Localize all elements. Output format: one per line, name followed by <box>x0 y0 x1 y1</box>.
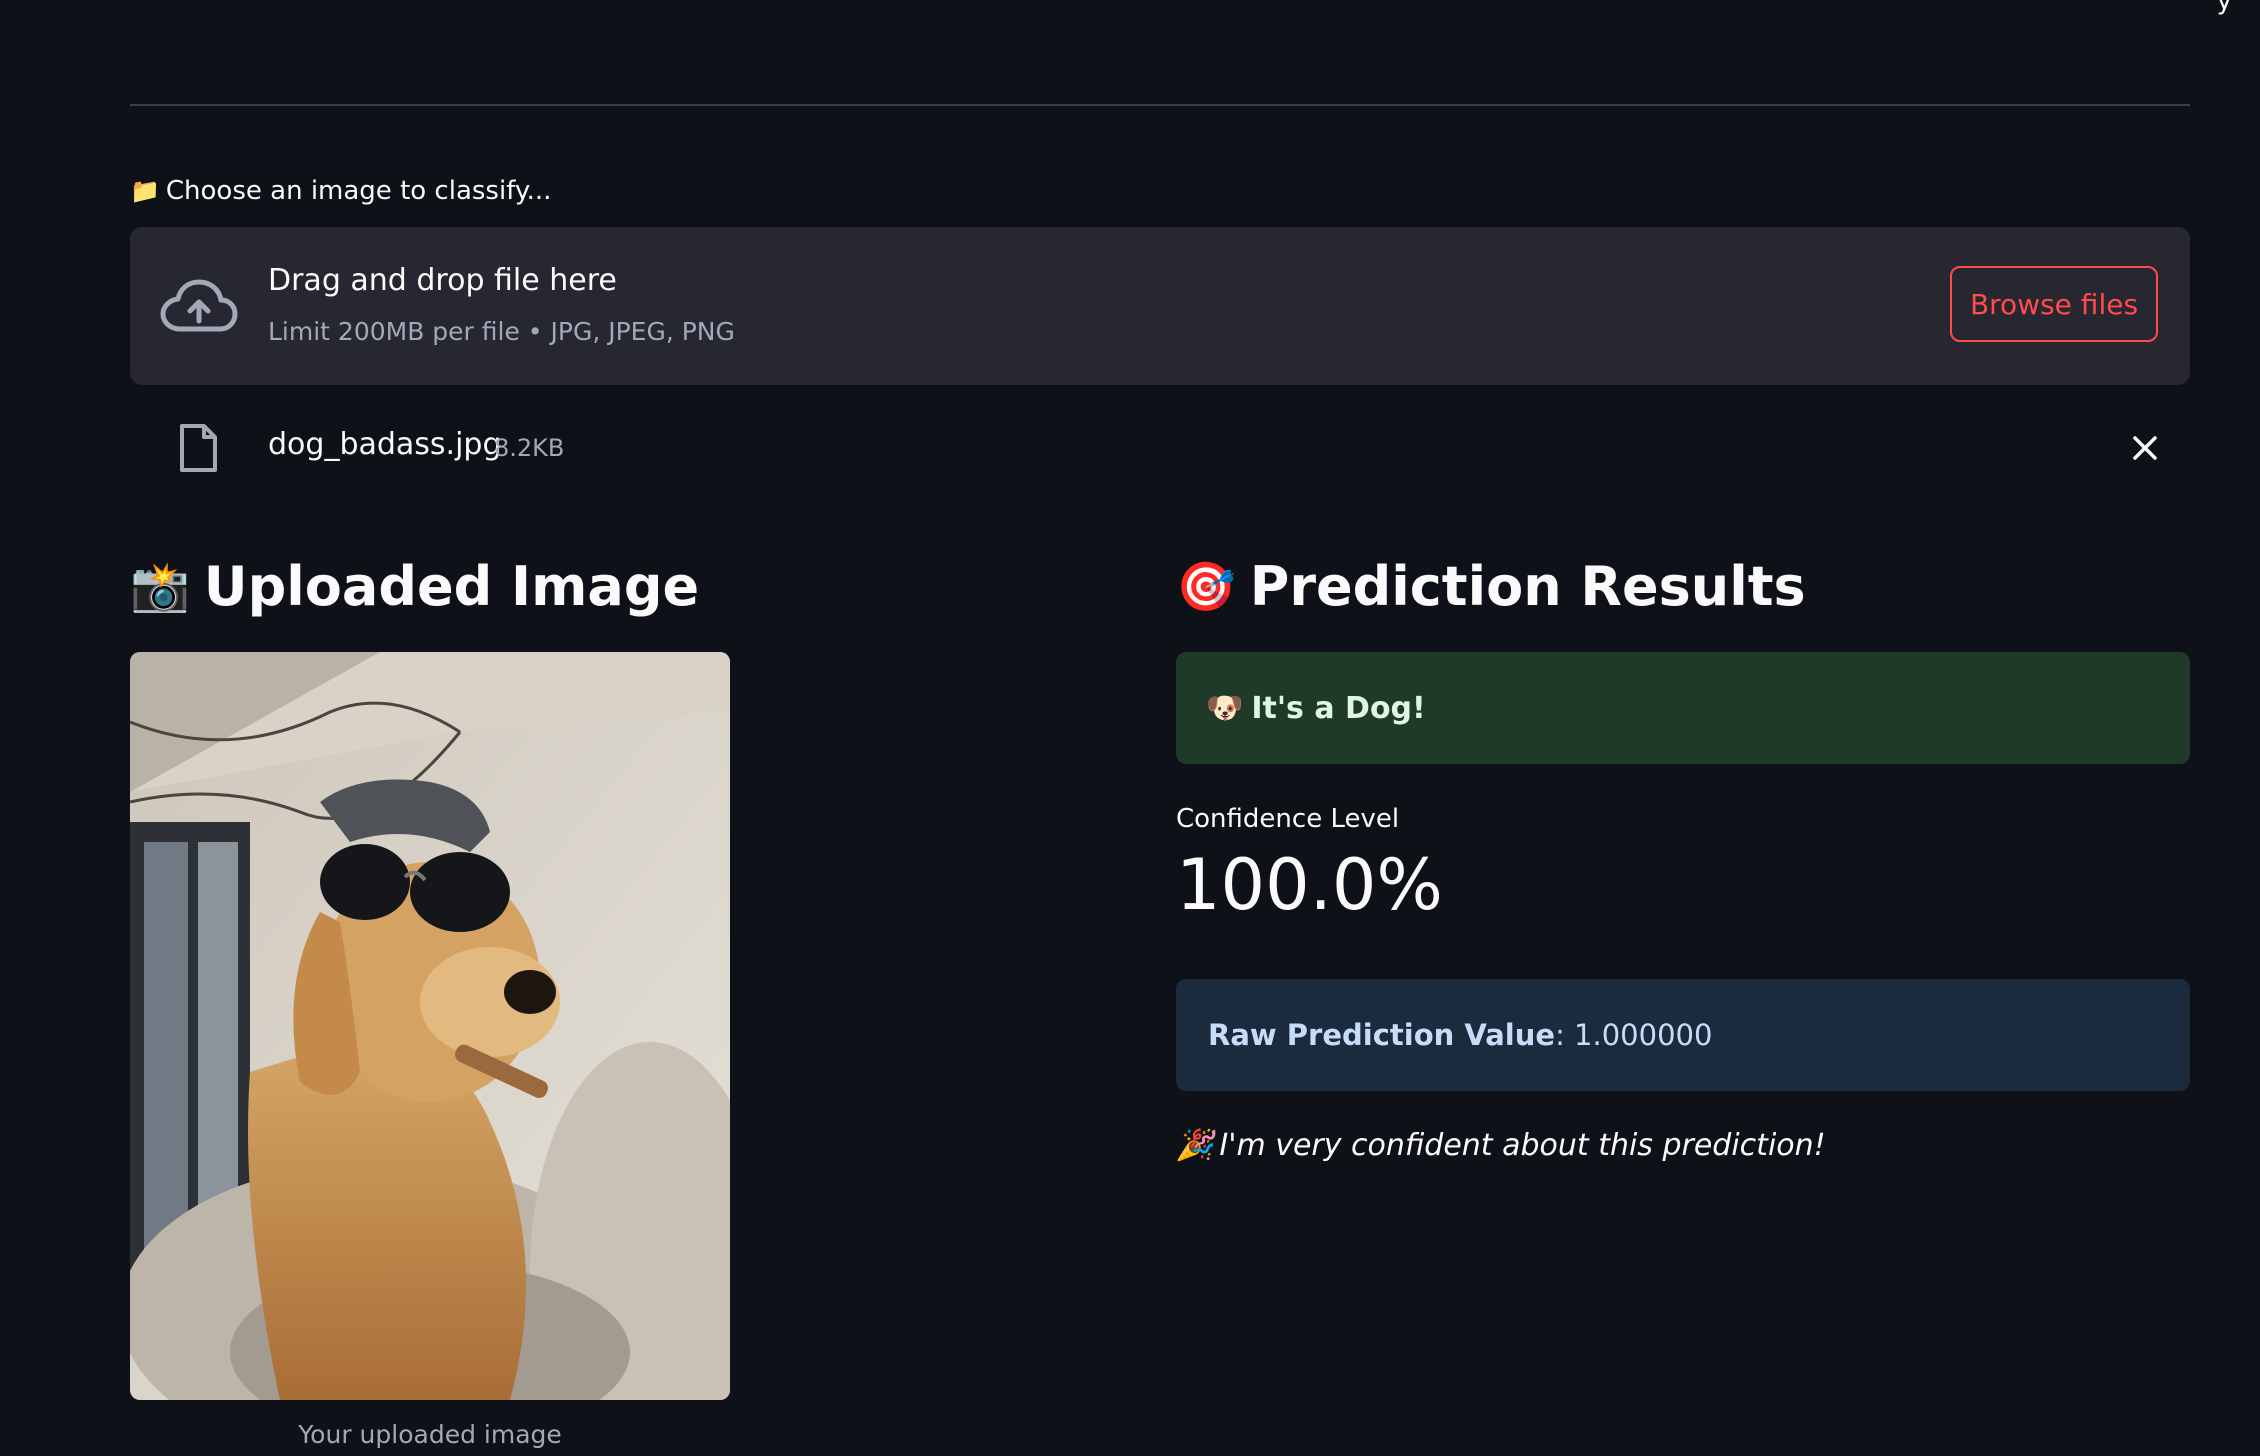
uploaded-file-row: dog_badass.jpg 8.2KB <box>130 415 2190 480</box>
party-popper-icon: 🎉 <box>1176 1128 1214 1163</box>
close-icon[interactable] <box>2130 433 2160 463</box>
dropzone-title: Drag and drop file here <box>268 263 617 298</box>
dog-photo-illustration <box>130 652 730 1400</box>
file-dropzone[interactable]: Drag and drop file here Limit 200MB per … <box>130 227 2190 385</box>
uploader-label-text: Choose an image to classify... <box>165 176 552 206</box>
file-size: 8.2KB <box>494 434 565 462</box>
camera-flash-icon: 📸 <box>130 558 190 615</box>
browse-files-button[interactable]: Browse files <box>1950 266 2158 342</box>
prediction-results-column: 🎯 Prediction Results 🐶 It's a Dog! Confi… <box>1176 548 2190 1163</box>
image-caption: Your uploaded image <box>298 1420 562 1449</box>
prediction-label: It's a Dog! <box>1251 690 1426 726</box>
uploaded-image-heading: 📸 Uploaded Image <box>130 548 1120 624</box>
file-icon <box>180 424 217 472</box>
uploader-label: 📁 Choose an image to classify... <box>130 176 551 206</box>
uploaded-image-title: Uploaded Image <box>203 554 700 618</box>
raw-prediction-info: Raw Prediction Value : 1.000000 <box>1176 979 2190 1091</box>
raw-prediction-label: Raw Prediction Value <box>1208 1018 1556 1052</box>
dog-face-icon: 🐶 <box>1206 690 1244 726</box>
uploaded-dog-image <box>130 652 730 1400</box>
prediction-success-alert: 🐶 It's a Dog! <box>1176 652 2190 764</box>
folder-icon: 📁 <box>130 177 160 205</box>
dropzone-limits: Limit 200MB per file • JPG, JPEG, PNG <box>268 317 735 346</box>
prediction-results-title: Prediction Results <box>1249 554 1806 618</box>
file-name: dog_badass.jpg <box>268 427 502 462</box>
cloud-upload-icon <box>160 279 238 332</box>
divider <box>130 104 2190 106</box>
uploaded-image-column: 📸 Uploaded Image Your uploaded image <box>130 548 1120 1449</box>
target-icon: 🎯 <box>1176 558 1236 615</box>
confidence-value: 100.0% <box>1176 844 1443 926</box>
raw-prediction-value: : 1.000000 <box>1555 1018 1713 1052</box>
confidence-note-text: I'm very confident about this prediction… <box>1219 1128 1826 1163</box>
prediction-results-heading: 🎯 Prediction Results <box>1176 548 2190 624</box>
confidence-label: Confidence Level <box>1176 804 1400 834</box>
app-page: y 📁 Choose an image to classify... Drag … <box>0 0 2260 1456</box>
header-corner-text: y <box>2216 0 2232 16</box>
confidence-note: 🎉 I'm very confident about this predicti… <box>1176 1128 1826 1163</box>
